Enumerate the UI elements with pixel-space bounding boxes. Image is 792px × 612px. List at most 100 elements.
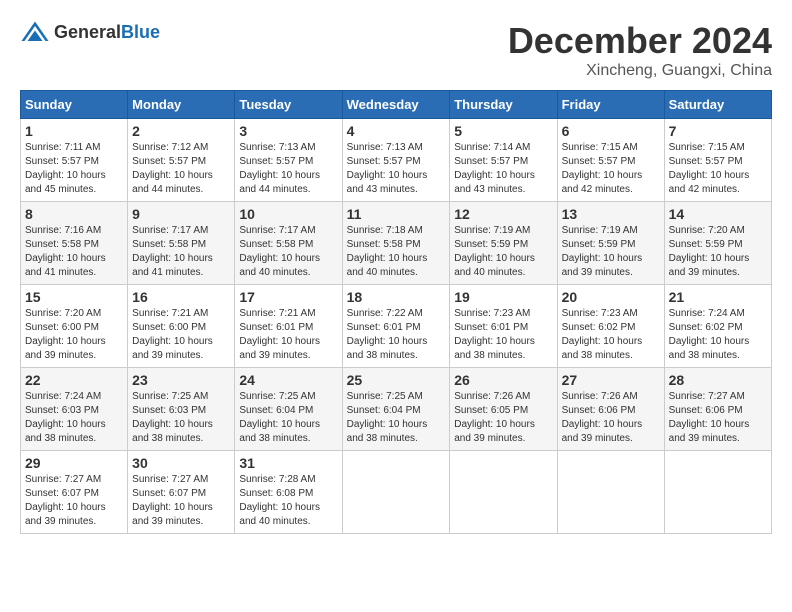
sunrise-text: Sunrise: 7:23 AM xyxy=(562,307,660,321)
daylight-text: Daylight: 10 hours and 39 minutes. xyxy=(132,501,230,529)
sunrise-text: Sunrise: 7:12 AM xyxy=(132,141,230,155)
day-info: Sunrise: 7:27 AMSunset: 6:07 PMDaylight:… xyxy=(25,473,123,529)
daylight-text: Daylight: 10 hours and 38 minutes. xyxy=(132,418,230,446)
day-number: 18 xyxy=(347,289,446,305)
day-of-week-header: Sunday xyxy=(21,91,128,119)
day-info: Sunrise: 7:23 AMSunset: 6:02 PMDaylight:… xyxy=(562,307,660,363)
sunrise-text: Sunrise: 7:21 AM xyxy=(239,307,337,321)
sunrise-text: Sunrise: 7:24 AM xyxy=(25,390,123,404)
sunset-text: Sunset: 5:59 PM xyxy=(562,238,660,252)
sunrise-text: Sunrise: 7:15 AM xyxy=(669,141,767,155)
calendar-week-row: 15Sunrise: 7:20 AMSunset: 6:00 PMDayligh… xyxy=(21,285,772,368)
daylight-text: Daylight: 10 hours and 38 minutes. xyxy=(239,418,337,446)
day-info: Sunrise: 7:27 AMSunset: 6:06 PMDaylight:… xyxy=(669,390,767,446)
calendar-day-cell: 1 Sunrise: 7:11 AMSunset: 5:57 PMDaylight… xyxy=(21,119,128,202)
sunset-text: Sunset: 5:58 PM xyxy=(239,238,337,252)
calendar-day-cell: 2 Sunrise: 7:12 AMSunset: 5:57 PMDaylight… xyxy=(128,119,235,202)
day-info: Sunrise: 7:21 AMSunset: 6:00 PMDaylight:… xyxy=(132,307,230,363)
calendar-week-row: 1 Sunrise: 7:11 AMSunset: 5:57 PMDaylight… xyxy=(21,119,772,202)
day-info: Sunrise: 7:26 AMSunset: 6:05 PMDaylight:… xyxy=(454,390,552,446)
calendar-day-cell: 30Sunrise: 7:27 AMSunset: 6:07 PMDayligh… xyxy=(128,451,235,534)
daylight-text: Daylight: 10 hours and 40 minutes. xyxy=(454,252,552,280)
sunset-text: Sunset: 6:07 PM xyxy=(25,487,123,501)
sunrise-text: Sunrise: 7:21 AM xyxy=(132,307,230,321)
sunrise-text: Sunrise: 7:19 AM xyxy=(454,224,552,238)
day-info: Sunrise: 7:15 AMSunset: 5:57 PMDaylight:… xyxy=(669,141,767,197)
day-info: Sunrise: 7:12 AMSunset: 5:57 PMDaylight:… xyxy=(132,141,230,197)
sunrise-text: Sunrise: 7:24 AM xyxy=(669,307,767,321)
day-info: Sunrise: 7:24 AMSunset: 6:03 PMDaylight:… xyxy=(25,390,123,446)
day-number: 29 xyxy=(25,455,123,471)
calendar-day-cell: 28Sunrise: 7:27 AMSunset: 6:06 PMDayligh… xyxy=(664,368,771,451)
title-area: December 2024 Xincheng, Guangxi, China xyxy=(508,20,772,80)
calendar-day-cell: 25Sunrise: 7:25 AMSunset: 6:04 PMDayligh… xyxy=(342,368,450,451)
day-info: Sunrise: 7:19 AMSunset: 5:59 PMDaylight:… xyxy=(562,224,660,280)
day-info: Sunrise: 7:23 AMSunset: 6:01 PMDaylight:… xyxy=(454,307,552,363)
day-info: Sunrise: 7:13 AMSunset: 5:57 PMDaylight:… xyxy=(347,141,446,197)
calendar-day-cell xyxy=(664,451,771,534)
sunrise-text: Sunrise: 7:20 AM xyxy=(669,224,767,238)
sunrise-text: Sunrise: 7:22 AM xyxy=(347,307,446,321)
day-info: Sunrise: 7:16 AMSunset: 5:58 PMDaylight:… xyxy=(25,224,123,280)
day-number: 27 xyxy=(562,372,660,388)
calendar-day-cell: 27Sunrise: 7:26 AMSunset: 6:06 PMDayligh… xyxy=(557,368,664,451)
month-year-title: December 2024 xyxy=(508,20,772,62)
day-number: 24 xyxy=(239,372,337,388)
sunset-text: Sunset: 6:01 PM xyxy=(347,321,446,335)
day-number: 4 xyxy=(347,123,446,139)
sunset-text: Sunset: 5:58 PM xyxy=(25,238,123,252)
daylight-text: Daylight: 10 hours and 44 minutes. xyxy=(239,169,337,197)
sunrise-text: Sunrise: 7:18 AM xyxy=(347,224,446,238)
sunset-text: Sunset: 6:03 PM xyxy=(25,404,123,418)
day-info: Sunrise: 7:21 AMSunset: 6:01 PMDaylight:… xyxy=(239,307,337,363)
daylight-text: Daylight: 10 hours and 42 minutes. xyxy=(562,169,660,197)
sunset-text: Sunset: 6:04 PM xyxy=(239,404,337,418)
day-number: 21 xyxy=(669,289,767,305)
daylight-text: Daylight: 10 hours and 40 minutes. xyxy=(239,501,337,529)
sunset-text: Sunset: 5:57 PM xyxy=(239,155,337,169)
calendar-day-cell: 9Sunrise: 7:17 AMSunset: 5:58 PMDaylight… xyxy=(128,202,235,285)
calendar-day-cell: 11Sunrise: 7:18 AMSunset: 5:58 PMDayligh… xyxy=(342,202,450,285)
calendar-day-cell xyxy=(450,451,557,534)
sunset-text: Sunset: 5:59 PM xyxy=(454,238,552,252)
daylight-text: Daylight: 10 hours and 38 minutes. xyxy=(347,418,446,446)
sunset-text: Sunset: 5:58 PM xyxy=(347,238,446,252)
day-number: 2 xyxy=(132,123,230,139)
sunrise-text: Sunrise: 7:27 AM xyxy=(25,473,123,487)
calendar-day-cell: 13Sunrise: 7:19 AMSunset: 5:59 PMDayligh… xyxy=(557,202,664,285)
logo: GeneralBlue xyxy=(20,20,160,44)
day-info: Sunrise: 7:25 AMSunset: 6:04 PMDaylight:… xyxy=(347,390,446,446)
sunrise-text: Sunrise: 7:28 AM xyxy=(239,473,337,487)
daylight-text: Daylight: 10 hours and 43 minutes. xyxy=(347,169,446,197)
sunrise-text: Sunrise: 7:17 AM xyxy=(132,224,230,238)
sunrise-text: Sunrise: 7:26 AM xyxy=(454,390,552,404)
sunrise-text: Sunrise: 7:25 AM xyxy=(132,390,230,404)
sunset-text: Sunset: 5:59 PM xyxy=(669,238,767,252)
logo-text: General xyxy=(54,22,121,42)
calendar-day-cell: 23Sunrise: 7:25 AMSunset: 6:03 PMDayligh… xyxy=(128,368,235,451)
sunrise-text: Sunrise: 7:27 AM xyxy=(132,473,230,487)
calendar-week-row: 29Sunrise: 7:27 AMSunset: 6:07 PMDayligh… xyxy=(21,451,772,534)
calendar-day-cell: 14Sunrise: 7:20 AMSunset: 5:59 PMDayligh… xyxy=(664,202,771,285)
daylight-text: Daylight: 10 hours and 38 minutes. xyxy=(25,418,123,446)
calendar-day-cell: 22Sunrise: 7:24 AMSunset: 6:03 PMDayligh… xyxy=(21,368,128,451)
sunrise-text: Sunrise: 7:20 AM xyxy=(25,307,123,321)
calendar-day-cell: 18Sunrise: 7:22 AMSunset: 6:01 PMDayligh… xyxy=(342,285,450,368)
daylight-text: Daylight: 10 hours and 38 minutes. xyxy=(669,335,767,363)
daylight-text: Daylight: 10 hours and 38 minutes. xyxy=(562,335,660,363)
calendar-day-cell: 6Sunrise: 7:15 AMSunset: 5:57 PMDaylight… xyxy=(557,119,664,202)
daylight-text: Daylight: 10 hours and 45 minutes. xyxy=(25,169,123,197)
day-number: 1 xyxy=(25,123,123,139)
calendar-day-cell: 19Sunrise: 7:23 AMSunset: 6:01 PMDayligh… xyxy=(450,285,557,368)
calendar-day-cell: 20Sunrise: 7:23 AMSunset: 6:02 PMDayligh… xyxy=(557,285,664,368)
sunrise-text: Sunrise: 7:13 AM xyxy=(239,141,337,155)
daylight-text: Daylight: 10 hours and 40 minutes. xyxy=(347,252,446,280)
calendar-header-row: SundayMondayTuesdayWednesdayThursdayFrid… xyxy=(21,91,772,119)
day-info: Sunrise: 7:24 AMSunset: 6:02 PMDaylight:… xyxy=(669,307,767,363)
day-number: 9 xyxy=(132,206,230,222)
day-info: Sunrise: 7:17 AMSunset: 5:58 PMDaylight:… xyxy=(239,224,337,280)
sunset-text: Sunset: 6:00 PM xyxy=(25,321,123,335)
day-info: Sunrise: 7:11 AMSunset: 5:57 PMDaylight:… xyxy=(25,141,123,197)
calendar-week-row: 22Sunrise: 7:24 AMSunset: 6:03 PMDayligh… xyxy=(21,368,772,451)
calendar-day-cell: 12Sunrise: 7:19 AMSunset: 5:59 PMDayligh… xyxy=(450,202,557,285)
